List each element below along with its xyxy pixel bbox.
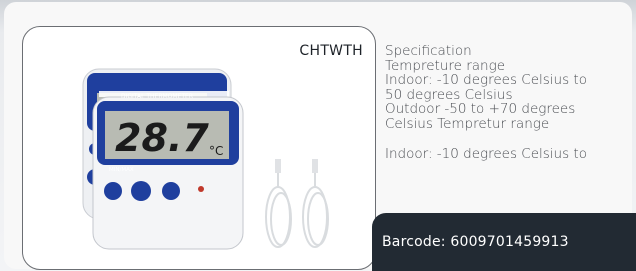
specification-text: Specification Tempreture range Indoor: -…: [385, 44, 631, 162]
svg-text:MIN/MAX: MIN/MAX: [109, 167, 134, 173]
spec-line: Outdoor -50 to +70 degrees: [385, 101, 576, 117]
barcode-bar: Barcode: 6009701459913: [372, 213, 636, 271]
probe-cables: [265, 167, 329, 248]
svg-text:DIGITAL THERMOMETER: DIGITAL THERMOMETER: [121, 93, 193, 100]
barcode-label: Barcode: 6009701459913: [382, 234, 569, 250]
spec-line: Celsius Tempretur range: [385, 115, 550, 132]
spec-line: Specification: [385, 43, 472, 59]
spec-extra-line: Indoor: -10 degrees Celsius to: [385, 146, 587, 162]
lcd-reading: 28.7: [115, 116, 209, 160]
product-code: CHTWTH: [299, 43, 363, 59]
spec-line: 50 degrees Celsius: [385, 86, 513, 103]
spec-line: Indoor: -10 degrees Celsius to: [385, 72, 587, 88]
svg-text:°C: °C: [209, 144, 223, 158]
spec-line: Tempreture range: [385, 57, 506, 74]
thermometer-product-image: DIGITAL THERMOMETER 28.7 °C MIN/MAX: [82, 68, 329, 250]
thermometer-front-unit: DIGITAL THERMOMETER 28.7 °C MIN/MAX: [92, 91, 244, 250]
product-image-panel: DIGITAL THERMOMETER 28.7 °C MIN/MAX CHTW…: [22, 26, 376, 270]
